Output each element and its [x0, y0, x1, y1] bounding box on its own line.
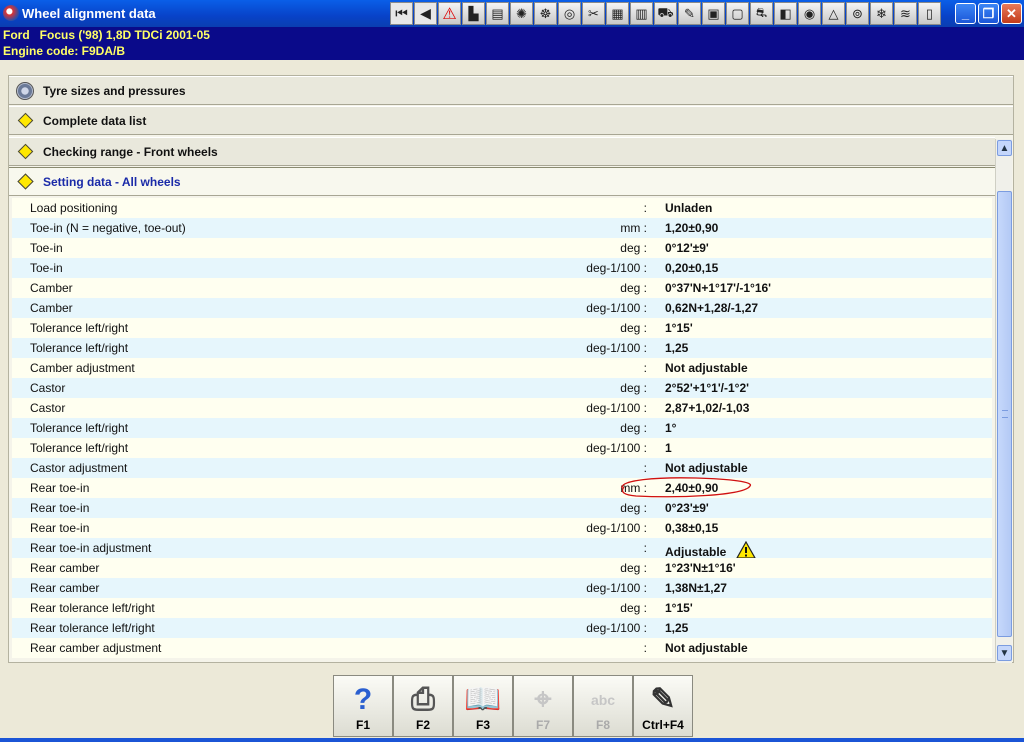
print-icon: ⎙: [411, 683, 435, 716]
app-icon: [3, 5, 19, 21]
page-icon[interactable]: ▯: [918, 2, 941, 25]
steering-icon[interactable]: ☸: [534, 2, 557, 25]
table-row: Rear camber deg-1/100 :1,38N±1,27: [12, 578, 992, 598]
section-complete-data[interactable]: Complete data list: [9, 106, 1013, 135]
abc-icon: abc: [590, 692, 616, 708]
table-row: Toe-in deg :0°12'±9': [12, 238, 992, 258]
table-row: Rear toe-in mm :2,40±0,90: [12, 477, 992, 498]
section-setting-data[interactable]: Setting data - All wheels: [9, 167, 995, 196]
section-label: Setting data - All wheels: [43, 174, 181, 189]
section-label: Checking range - Front wheels: [43, 144, 218, 159]
chart-icon[interactable]: ▤: [486, 2, 509, 25]
diagram-icon[interactable]: ▦: [606, 2, 629, 25]
book-icon: 📖: [464, 683, 502, 716]
section-checking-range[interactable]: Checking range - Front wheels: [9, 137, 995, 166]
ctrl-f4-notes-button[interactable]: ✎ Ctrl+F4: [633, 675, 693, 737]
table-row: Toe-in (N = negative, toe-out) mm :1,20±0…: [12, 218, 992, 238]
f1-help-button[interactable]: ? F1: [333, 675, 393, 737]
relay-icon[interactable]: ▣: [702, 2, 725, 25]
table-row: Tolerance left/right deg :1°15': [12, 318, 992, 338]
vehicle-info: Ford Focus ('98) 1,8D TDCi 2001-05 Engin…: [0, 27, 1024, 60]
table-row: Castor adjustment: Not adjustable: [12, 458, 992, 478]
dashboard-icon[interactable]: ◉: [798, 2, 821, 25]
warning-icon[interactable]: ⚠: [438, 2, 461, 25]
table-row: Tolerance left/right deg-1/100 :1,25: [12, 338, 992, 358]
highlight-circle: [621, 477, 751, 498]
tyre-icon[interactable]: ⊚: [846, 2, 869, 25]
table-row: Castor deg :2°52'+1°1'/-1°2': [12, 378, 992, 398]
flag-icon[interactable]: ▙: [462, 2, 485, 25]
table-row: Rear camber adjustment: Not adjustable: [12, 638, 992, 658]
notes-icon: ✎: [650, 683, 676, 716]
engine-code: Engine code: F9DA/B: [3, 44, 126, 58]
lock-icon[interactable]: ◧: [774, 2, 797, 25]
scroll-thumb[interactable]: [997, 191, 1012, 637]
table-row: Camber deg :0°37'N+1°17'/-1°16': [12, 278, 992, 298]
title-bar: Wheel alignment data ⏮ ◀ ⚠ ▙ ▤ ✺ ☸ ◎ ✂ ▦…: [0, 0, 1024, 27]
tyre-icon: [15, 81, 35, 101]
minimize-button[interactable]: _: [955, 3, 976, 24]
section-tyre-sizes[interactable]: Tyre sizes and pressures: [9, 76, 1013, 105]
engine-icon[interactable]: ✺: [510, 2, 533, 25]
adjust-icon[interactable]: △: [822, 2, 845, 25]
table-row: Tolerance left/right deg :1°: [12, 418, 992, 438]
vehicle-model: Ford Focus ('98) 1,8D TDCi 2001-05: [3, 28, 210, 42]
section-label: Tyre sizes and pressures: [43, 83, 186, 98]
window-title: Wheel alignment data: [22, 6, 156, 21]
car-icon[interactable]: ⛐: [750, 2, 773, 25]
status-strip: [0, 738, 1024, 742]
alignment-table: Load positioning: Unladen Toe-in (N = neg…: [12, 198, 992, 658]
magnify-icon: ⌖: [534, 683, 552, 716]
table-row: Rear tolerance left/right deg-1/100 :1,25: [12, 618, 992, 638]
wheel-icon[interactable]: ◎: [558, 2, 581, 25]
ac-icon[interactable]: ❄: [870, 2, 893, 25]
f8-abc-button[interactable]: abc F8: [573, 675, 633, 737]
car-wash-icon[interactable]: ≋: [894, 2, 917, 25]
maximize-button[interactable]: ❐: [978, 3, 999, 24]
vertical-scrollbar[interactable]: ▲ ▼: [995, 139, 1012, 663]
tools-icon[interactable]: ✂: [582, 2, 605, 25]
toolbar: ⏮ ◀ ⚠ ▙ ▤ ✺ ☸ ◎ ✂ ▦ ▥ ⛟ ✎ ▣ ▢ ⛐ ◧ ◉ △ ⊚ …: [390, 2, 941, 25]
table-row: Rear toe-in deg-1/100 :0,38±0,15: [12, 518, 992, 538]
table-row: Camber deg-1/100 :0,62N+1,28/-1,27: [12, 298, 992, 318]
table-row: Rear tolerance left/right deg :1°15': [12, 598, 992, 618]
table-row: Camber adjustment: Not adjustable: [12, 358, 992, 378]
f3-book-button[interactable]: 📖 F3: [453, 675, 513, 737]
help-icon: ?: [353, 683, 373, 716]
diamond-icon: [15, 111, 35, 131]
diamond-icon: [15, 142, 35, 162]
prev-icon[interactable]: ◀: [414, 2, 437, 25]
section-label: Complete data list: [43, 113, 147, 128]
battery-icon[interactable]: ▥: [630, 2, 653, 25]
pen-icon[interactable]: ✎: [678, 2, 701, 25]
table-row: Load positioning: Unladen: [12, 198, 992, 218]
table-row: Tolerance left/right deg-1/100 :1: [12, 438, 992, 458]
diamond-open-icon: [15, 172, 35, 192]
scroll-down-button[interactable]: ▼: [997, 645, 1012, 661]
f7-magnify-button[interactable]: ⌖ F7: [513, 675, 573, 737]
first-icon[interactable]: ⏮: [390, 2, 413, 25]
table-row: Toe-in deg-1/100 :0,20±0,15: [12, 258, 992, 278]
table-row: Rear camber deg :1°23'N±1°16': [12, 558, 992, 578]
table-row: Rear toe-in deg :0°23'±9': [12, 498, 992, 518]
table-row: Rear toe-in adjustment: Adjustable: [12, 538, 992, 559]
function-key-bar: ? F1 ⎙ F2 📖 F3 ⌖ F7 abc F8 ✎ Ctrl+F4: [333, 675, 693, 737]
scroll-up-button[interactable]: ▲: [997, 140, 1012, 156]
f2-print-button[interactable]: ⎙ F2: [393, 675, 453, 737]
gauge-icon[interactable]: ▢: [726, 2, 749, 25]
close-button[interactable]: ✕: [1001, 3, 1022, 24]
car-lift-icon[interactable]: ⛟: [654, 2, 677, 25]
table-row: Castor deg-1/100 :2,87+1,02/-1,03: [12, 398, 992, 418]
